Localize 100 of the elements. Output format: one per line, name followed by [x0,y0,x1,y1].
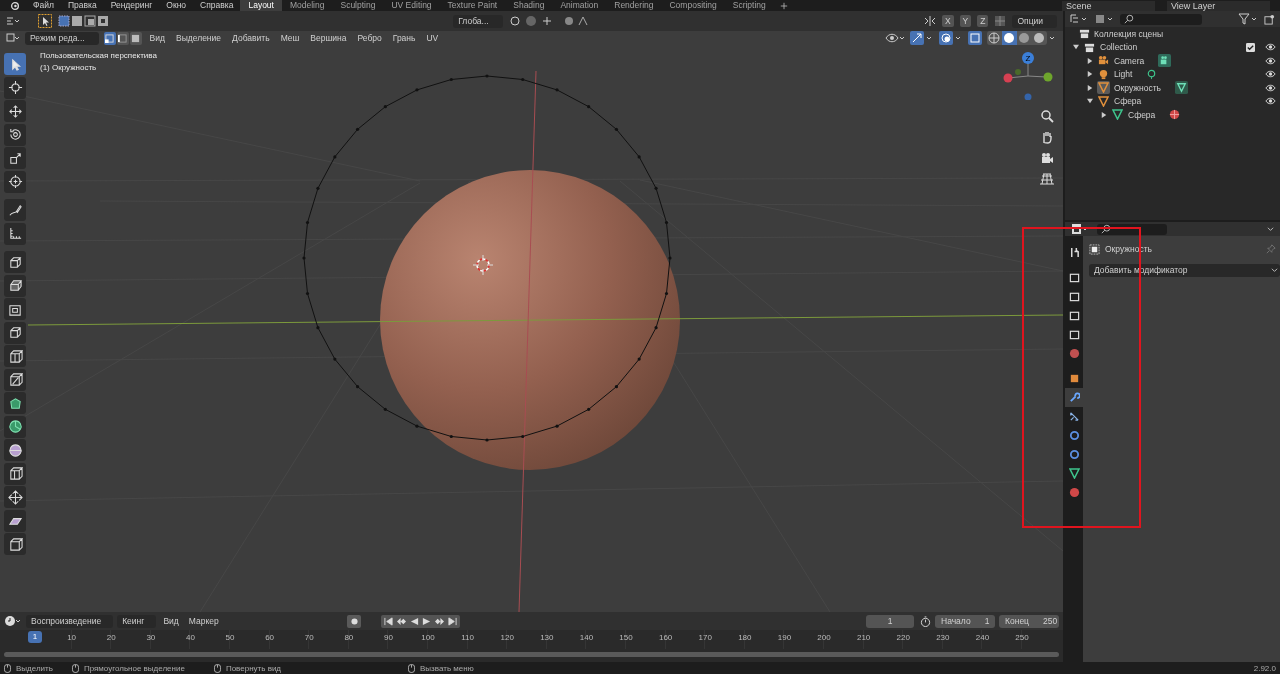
filter-scene-icon[interactable] [1094,13,1114,25]
display-mode-icon[interactable] [1070,13,1088,25]
light-bulb-icon[interactable] [1146,68,1158,80]
triangle-icon[interactable] [1175,81,1188,95]
eye-icon[interactable] [1265,43,1276,52]
eye-icon[interactable] [1265,97,1276,106]
grid-icon[interactable] [1040,172,1054,186]
plus-icon[interactable] [779,1,788,10]
options-dropdown[interactable]: Опции [1012,14,1057,28]
menu-item[interactable]: Воспроизведение [26,614,114,628]
clock-editor-icon[interactable] [4,615,22,627]
menu-item[interactable]: Добавить [229,32,273,44]
tool-button[interactable] [4,321,26,344]
jump-start-icon[interactable] [384,616,394,626]
tool-button[interactable] [4,392,26,414]
tool-button[interactable] [4,199,26,221]
disclosure-triangle-icon[interactable] [1073,44,1079,51]
tool-button[interactable] [4,222,26,245]
disclosure-triangle-icon[interactable] [1087,57,1093,64]
workspace-tab[interactable]: Compositing [661,0,725,11]
menu-item[interactable]: Справка [193,0,241,11]
grid-snap-icon[interactable] [994,15,1007,27]
eye-icon[interactable] [1265,83,1276,92]
caret-icon[interactable] [1267,225,1274,233]
tool-button[interactable] [4,53,26,75]
tool-button[interactable] [4,251,26,273]
workspace-tab[interactable]: Scripting [724,0,774,11]
record-button[interactable] [347,614,362,628]
transform-orientation-dropdown[interactable]: Глоба... [453,14,503,28]
workspace-tab[interactable]: Rendering [606,0,662,11]
jump-end-icon[interactable] [448,616,458,626]
menu-item[interactable]: Рендеринг [103,0,160,11]
workspace-tab[interactable]: UV Editing [383,0,440,11]
scene-field[interactable]: Scene [1062,0,1155,11]
tool-button[interactable] [4,486,26,508]
outliner-item-label[interactable]: Collection [1100,41,1138,54]
menu-item[interactable]: Файл [26,0,61,11]
filter-icon[interactable] [1238,13,1258,25]
search-field[interactable] [1120,13,1202,25]
editor-type-icon[interactable] [1071,223,1089,235]
tool-button[interactable] [4,100,26,122]
camera-icon[interactable] [1040,151,1054,165]
checkbox[interactable] [1246,42,1255,52]
mirror-icon[interactable] [923,15,936,27]
current-frame-field[interactable]: 1 [866,614,914,628]
previous-keyframe-icon[interactable] [396,616,408,626]
menu-item[interactable]: Вершина [307,32,350,44]
tool-button[interactable] [4,439,26,461]
end-frame-field[interactable]: Конец 250 [999,614,1059,628]
menu-item[interactable]: Окно [159,0,194,11]
menu-item[interactable]: Меш [277,32,303,44]
menu-item[interactable]: Вид [160,615,182,627]
eye-icon[interactable] [1265,56,1276,65]
menu-item[interactable]: Ребро [354,32,385,44]
visibility-icon[interactable] [885,32,905,44]
scrollbar[interactable] [4,652,1059,657]
tool-button[interactable] [4,274,26,297]
3d-viewport[interactable]: Режим реда... Вид Выделение Добавить Меш Вершина Ребро Грань UV Пользовательская перспектива (1) Окружность Z [0,31,1063,612]
disclosure-triangle-icon[interactable] [1087,98,1093,105]
shading-mode-icons[interactable] [987,31,1057,45]
mode-dropdown[interactable]: Режим реда... [25,31,99,45]
outliner-item-label[interactable]: Camera [1114,54,1145,67]
editor-type-icon[interactable] [6,16,20,26]
start-frame-field[interactable]: Начало 1 [935,614,995,628]
tool-button[interactable] [4,415,26,438]
workspace-tab[interactable]: Texture Paint [439,0,506,11]
outliner-item-label[interactable]: Окружность [1114,81,1161,94]
zoom-icon[interactable] [1040,109,1054,123]
mirror-axis-button[interactable]: X [941,15,954,27]
menu-item[interactable]: Грань [389,32,419,44]
face-select-button[interactable] [129,31,142,45]
disclosure-triangle-icon[interactable] [1087,84,1093,91]
menu-item[interactable]: Маркер [185,615,222,627]
outliner-item-label[interactable]: Сфера [1114,95,1142,108]
play-icon[interactable] [422,616,432,626]
vertex-select-button[interactable] [103,31,116,45]
workspace-tab[interactable]: Modeling [281,0,333,11]
tool-button[interactable] [4,147,26,169]
search-field[interactable] [1097,223,1167,235]
next-keyframe-icon[interactable] [434,616,446,626]
view-layer-field[interactable]: View Layer [1167,0,1270,11]
mirror-axis-button[interactable]: Z [977,15,989,27]
tool-button[interactable] [4,170,26,193]
outliner-item-label[interactable]: Light [1114,68,1133,81]
tool-button[interactable] [4,509,26,532]
workspace-tab[interactable]: Shading [505,0,553,11]
tool-button[interactable] [4,368,26,391]
outliner-item-label[interactable]: Сфера [1128,108,1156,121]
tool-button[interactable] [4,123,26,146]
stopwatch-icon[interactable] [920,615,931,627]
camera-data-icon[interactable] [1158,54,1172,68]
overlays-toggle-icon[interactable] [939,31,963,45]
workspace-tab[interactable]: Layout [240,0,282,11]
workspace-tab[interactable]: Animation [552,0,607,11]
gizmo-toggle-icon[interactable] [910,31,934,45]
tool-button[interactable] [4,462,26,485]
play-reverse-icon[interactable] [410,616,420,626]
select-tool-icon[interactable] [38,14,52,28]
hand-icon[interactable] [1040,130,1054,144]
navigation-gizmo[interactable]: Z [998,50,1058,100]
